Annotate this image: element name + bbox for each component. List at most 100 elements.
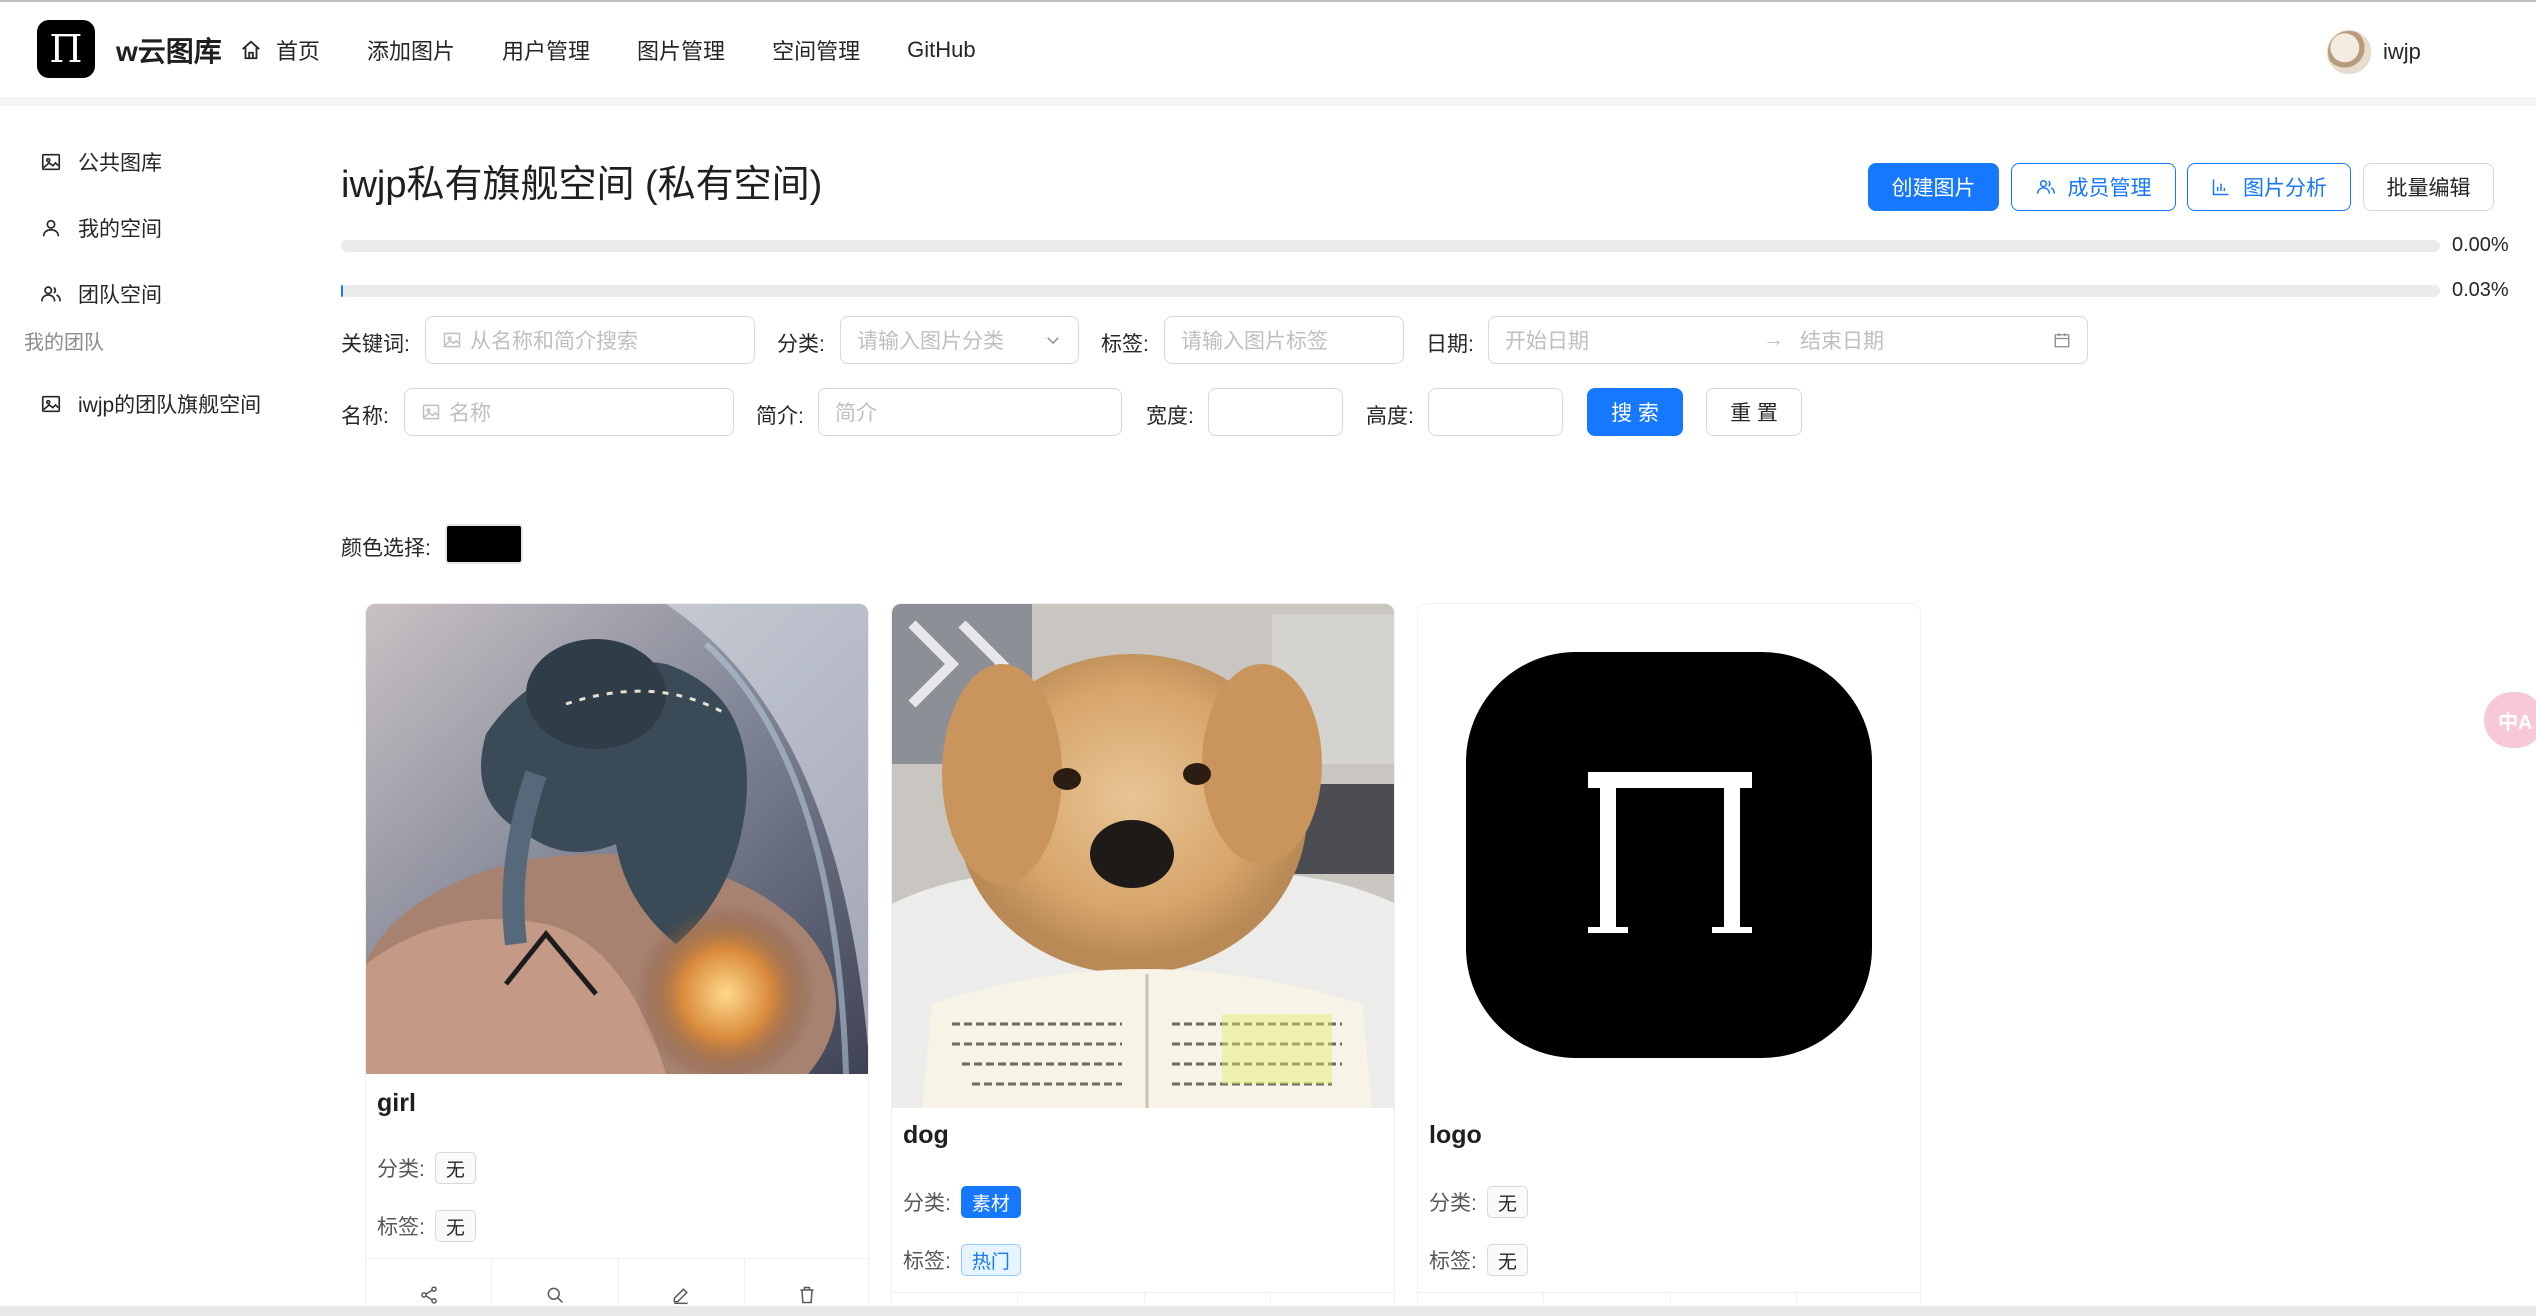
create-image-button[interactable]: 创建图片	[1868, 163, 1999, 211]
view-button[interactable]	[492, 1259, 619, 1312]
delete-button[interactable]	[745, 1259, 868, 1312]
date-range-picker[interactable]: 开始日期 → 结束日期	[1488, 316, 2088, 364]
user-name[interactable]: iwjp	[2383, 39, 2421, 65]
intro-input[interactable]: 简介	[818, 388, 1122, 436]
bar-chart-icon	[2212, 179, 2229, 196]
member-management-button[interactable]: 成员管理	[2011, 163, 2176, 211]
button-label: 图片分析	[2243, 177, 2327, 200]
category-label: 分类:	[1429, 1192, 1477, 1215]
sidebar: 公共图库 我的空间 团队空间 我的团队 iwjp的团队旗舰空间	[0, 106, 300, 1306]
top-header: Π w云图库 首页 添加图片 用户管理 图片管理 空间管理 GitHub iwj…	[0, 0, 2536, 97]
category-tag: 素材	[960, 1186, 1021, 1218]
image-analysis-button[interactable]: 图片分析	[2187, 163, 2351, 211]
user-menu[interactable]: iwjp	[2327, 30, 2421, 74]
calendar-icon[interactable]	[2053, 331, 2071, 349]
placeholder-text: 名称	[449, 402, 491, 425]
color-label: 颜色选择:	[341, 537, 431, 560]
card-actions	[366, 1258, 868, 1312]
horizontal-scrollbar[interactable]	[0, 1306, 2536, 1316]
placeholder-text: 从名称和简介搜索	[470, 330, 638, 353]
sidebar-item-label: 我的空间	[78, 218, 162, 241]
tag-chip: 热门	[960, 1244, 1021, 1276]
edit-button[interactable]	[619, 1259, 745, 1312]
card-title: dog	[903, 1121, 949, 1149]
brand-name[interactable]: w云图库	[116, 30, 222, 70]
keyword-label: 关键词:	[341, 333, 410, 356]
card-category-row: 分类: 无	[377, 1152, 476, 1184]
name-input[interactable]: 名称	[404, 388, 734, 436]
nav-item-home[interactable]: 首页	[240, 34, 320, 66]
sidebar-item-team-space[interactable]: 团队空间	[40, 274, 162, 314]
card-tags-row: 标签: 无	[1429, 1244, 1528, 1276]
picture-card-girl[interactable]: girl 分类: 无 标签: 无	[365, 603, 869, 1313]
storage-progress-text: 0.00%	[2452, 234, 2509, 256]
card-image[interactable]	[366, 604, 868, 1074]
app-root: Π w云图库 首页 添加图片 用户管理 图片管理 空间管理 GitHub iwj…	[0, 0, 2536, 1316]
translate-button[interactable]: 中A	[2484, 692, 2536, 748]
category-tag: 无	[434, 1152, 476, 1184]
intro-label: 简介:	[756, 405, 804, 428]
width-input[interactable]	[1208, 388, 1343, 436]
tags-label: 标签:	[1101, 333, 1149, 356]
keyword-input[interactable]: 从名称和简介搜索	[425, 316, 755, 364]
tags-label: 标签:	[377, 1216, 425, 1239]
sidebar-item-team-flagship[interactable]: iwjp的团队旗舰空间	[40, 384, 261, 424]
category-select[interactable]: 请输入图片分类	[840, 316, 1079, 364]
app-logo[interactable]: Π	[37, 20, 95, 78]
sidebar-item-my-space[interactable]: 我的空间	[40, 208, 162, 248]
nav-item-user-management[interactable]: 用户管理	[502, 34, 590, 66]
avatar[interactable]	[2327, 30, 2371, 74]
sidebar-group-my-teams: 我的团队	[24, 332, 104, 354]
dog-image	[892, 604, 1394, 1108]
logo-image	[1418, 604, 1920, 1108]
chevron-down-icon	[1047, 337, 1059, 345]
sidebar-item-label: 团队空间	[78, 284, 162, 307]
sidebar-item-label: iwjp的团队旗舰空间	[78, 394, 262, 417]
category-tag: 无	[1486, 1186, 1528, 1218]
share-button[interactable]	[366, 1259, 493, 1312]
main-nav: 首页 添加图片 用户管理 图片管理 空间管理 GitHub	[240, 32, 1023, 68]
home-icon	[242, 40, 260, 60]
nav-item-image-management[interactable]: 图片管理	[637, 34, 725, 66]
end-date-placeholder[interactable]: 结束日期	[1800, 325, 1884, 355]
reset-button[interactable]: 重 置	[1706, 388, 1802, 436]
tags-label: 标签:	[903, 1250, 951, 1273]
picture-icon	[41, 153, 61, 171]
tag-chip: 无	[434, 1210, 476, 1242]
header-divider	[0, 97, 2536, 106]
picture-card-logo[interactable]: logo 分类: 无 标签: 无	[1417, 603, 1921, 1316]
share-icon	[420, 1286, 437, 1304]
nav-item-add-image[interactable]: 添加图片	[367, 34, 455, 66]
sidebar-item-label: 公共图库	[78, 152, 162, 175]
card-tags-row: 标签: 无	[377, 1210, 476, 1242]
nav-item-github[interactable]: GitHub	[907, 37, 975, 63]
card-title: logo	[1429, 1121, 1482, 1149]
search-button[interactable]: 搜 索	[1587, 388, 1683, 436]
start-date-placeholder[interactable]: 开始日期	[1505, 325, 1763, 355]
category-label: 分类:	[903, 1192, 951, 1215]
category-label: 分类:	[777, 333, 825, 356]
picture-card-dog[interactable]: dog 分类: 素材 标签: 热门	[891, 603, 1395, 1316]
arrow-right-icon: →	[1763, 328, 1784, 351]
picture-icon	[422, 404, 440, 420]
tags-input[interactable]: 请输入图片标签	[1164, 316, 1404, 364]
color-picker[interactable]	[445, 524, 523, 564]
team-icon	[2036, 180, 2055, 194]
card-category-row: 分类: 无	[1429, 1186, 1528, 1218]
team-icon	[41, 286, 61, 302]
storage-progress-bar	[341, 240, 2440, 252]
edit-icon	[673, 1288, 689, 1305]
card-tags-row: 标签: 热门	[903, 1244, 1021, 1276]
nav-item-label: 首页	[276, 39, 321, 64]
height-input[interactable]	[1428, 388, 1563, 436]
picture-icon	[41, 395, 61, 413]
user-icon	[42, 219, 60, 237]
batch-edit-button[interactable]: 批量编辑	[2363, 163, 2494, 211]
nav-item-space-management[interactable]: 空间管理	[772, 34, 860, 66]
card-image[interactable]	[1418, 604, 1920, 1108]
name-label: 名称:	[341, 405, 389, 428]
sidebar-item-public-gallery[interactable]: 公共图库	[40, 142, 162, 182]
card-title: girl	[377, 1089, 416, 1117]
count-progress-text: 0.03%	[2452, 279, 2509, 301]
card-image[interactable]	[892, 604, 1394, 1108]
